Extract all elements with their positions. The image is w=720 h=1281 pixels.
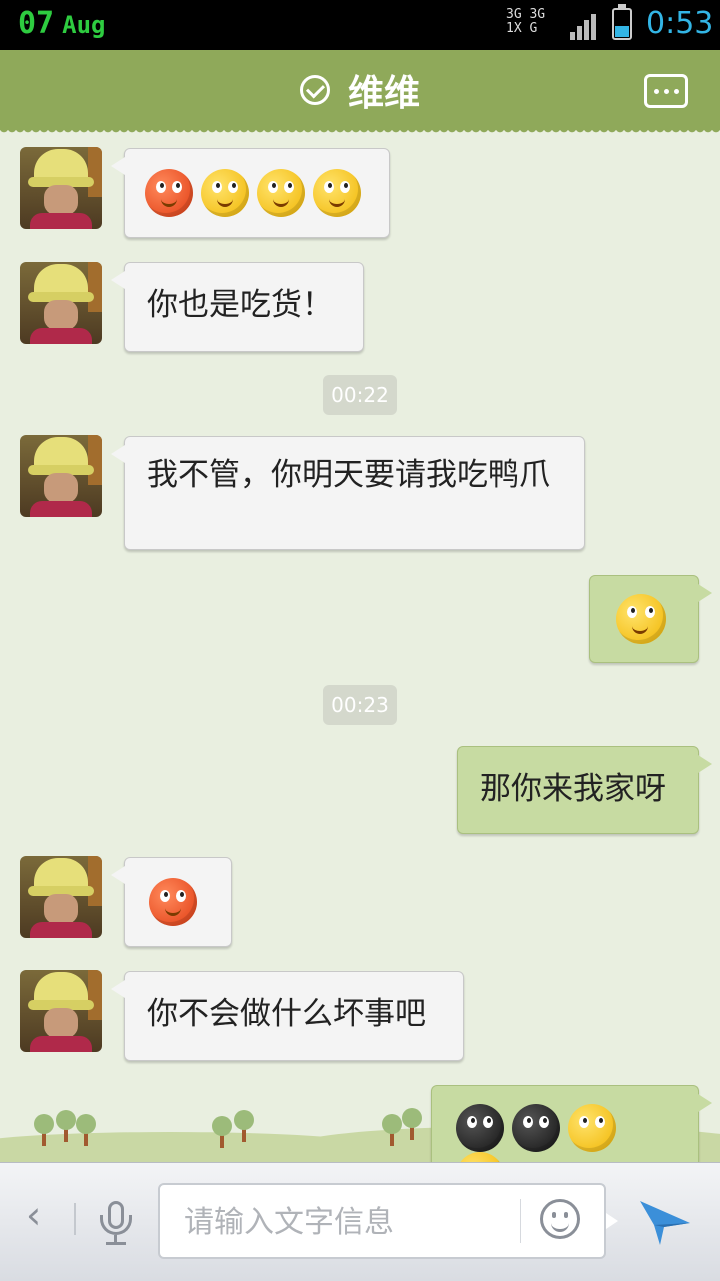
chat-more-button[interactable] — [644, 74, 688, 108]
red-eye-roll-emoji — [149, 878, 197, 926]
message-text: 我不管，你明天要请我吃鸭爪 — [147, 457, 550, 493]
message-text: 那你来我家呀 — [480, 771, 666, 807]
status-bar: 07 Aug 3G 3G 1X G 0:53 — [0, 0, 720, 50]
message-bubble-incoming[interactable] — [111, 857, 232, 947]
black-crying-emoji — [512, 1104, 560, 1152]
message-bubble-incoming[interactable]: 你也是吃货！ — [111, 262, 364, 352]
message-input[interactable] — [182, 1199, 506, 1245]
message-text: 你也是吃货！ — [147, 287, 333, 323]
message-input-box — [158, 1183, 618, 1259]
avatar[interactable] — [20, 856, 102, 938]
shy-hand-emoji — [616, 594, 666, 644]
confused-emoji — [201, 169, 249, 217]
message-bubble-outgoing[interactable] — [589, 575, 712, 663]
black-crying-emoji — [456, 1104, 504, 1152]
status-date: 07 Aug — [18, 6, 105, 41]
message-bubble-outgoing[interactable] — [431, 1085, 712, 1200]
angry-fire-emoji — [145, 169, 193, 217]
status-time: 0:53 — [646, 6, 714, 41]
microphone-icon[interactable] — [100, 1201, 134, 1247]
emoji-picker-icon[interactable] — [540, 1199, 580, 1239]
confused-emoji — [313, 169, 361, 217]
battery-icon — [612, 4, 632, 40]
timestamp: 00:22 — [323, 375, 397, 415]
signal-icon — [570, 8, 602, 40]
chat-header: 维维 — [0, 50, 720, 136]
message-bubble-incoming[interactable] — [111, 148, 390, 238]
message-bubble-incoming[interactable]: 我不管，你明天要请我吃鸭爪 — [111, 436, 585, 550]
chat-title: 维维 — [347, 73, 420, 114]
avatar[interactable] — [20, 147, 102, 229]
divider — [74, 1203, 76, 1235]
collapse-button[interactable]: ‹ — [26, 1193, 41, 1237]
send-icon[interactable] — [638, 1197, 692, 1247]
message-bubble-outgoing[interactable]: 那你来我家呀 — [457, 746, 712, 834]
input-bar: ‹ — [0, 1162, 720, 1281]
confused-emoji — [257, 169, 305, 217]
timestamp: 00:23 — [323, 685, 397, 725]
avatar[interactable] — [20, 262, 102, 344]
shocked-emoji — [568, 1104, 616, 1152]
message-bubble-incoming[interactable]: 你不会做什么坏事吧 — [111, 971, 464, 1061]
network-indicator: 3G 3G 1X G — [506, 7, 546, 36]
check-circle-icon — [299, 75, 330, 105]
avatar[interactable] — [20, 435, 102, 517]
divider — [520, 1199, 521, 1243]
status-month: Aug — [62, 11, 106, 39]
status-day: 07 — [18, 6, 55, 41]
avatar[interactable] — [20, 970, 102, 1052]
message-text: 你不会做什么坏事吧 — [147, 996, 426, 1032]
